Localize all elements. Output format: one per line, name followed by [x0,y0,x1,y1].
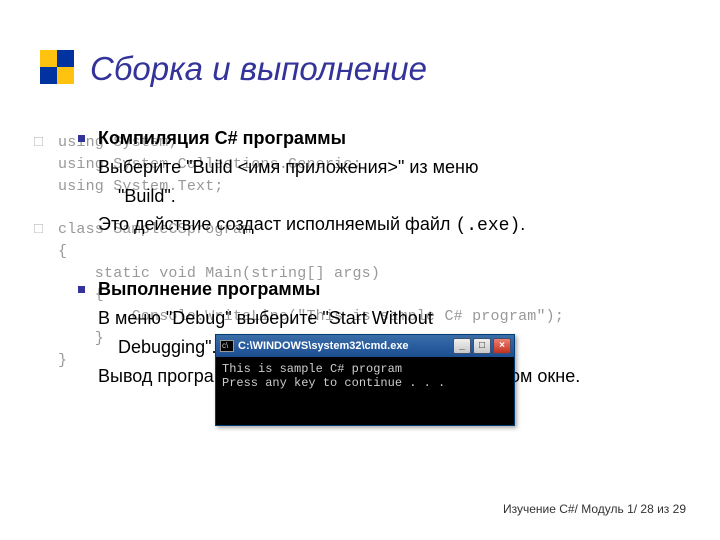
maximize-button[interactable]: □ [473,338,491,354]
cmd-icon: c\ [220,340,234,352]
cmd-window: c\ C:\WINDOWS\system32\cmd.exe _ □ × Thi… [215,334,515,426]
text-line: "Build". [78,184,678,209]
accent-logo [40,50,74,84]
cmd-titlebar: c\ C:\WINDOWS\system32\cmd.exe _ □ × [216,335,514,357]
slide: Сборка и выполнение □using System; using… [0,0,720,540]
close-button[interactable]: × [493,338,511,354]
text-line: Это действие создаст исполняемый файл (.… [78,212,678,239]
text-line: В меню "Debug" выберите "Start Without [78,306,678,331]
minimize-button[interactable]: _ [453,338,471,354]
section-heading-2: Выполнение программы [78,277,678,302]
slide-footer: Изучение C#/ Модуль 1/ 28 из 29 [503,502,686,516]
text-line: Выберите "Build <имя приложения>" из мен… [78,155,678,180]
section-heading-1: Компиляция C# программы [78,126,678,151]
cmd-title-text: C:\WINDOWS\system32\cmd.exe [238,340,453,352]
cmd-output: This is sample C# program Press any key … [216,357,514,425]
slide-title: Сборка и выполнение [90,50,427,88]
